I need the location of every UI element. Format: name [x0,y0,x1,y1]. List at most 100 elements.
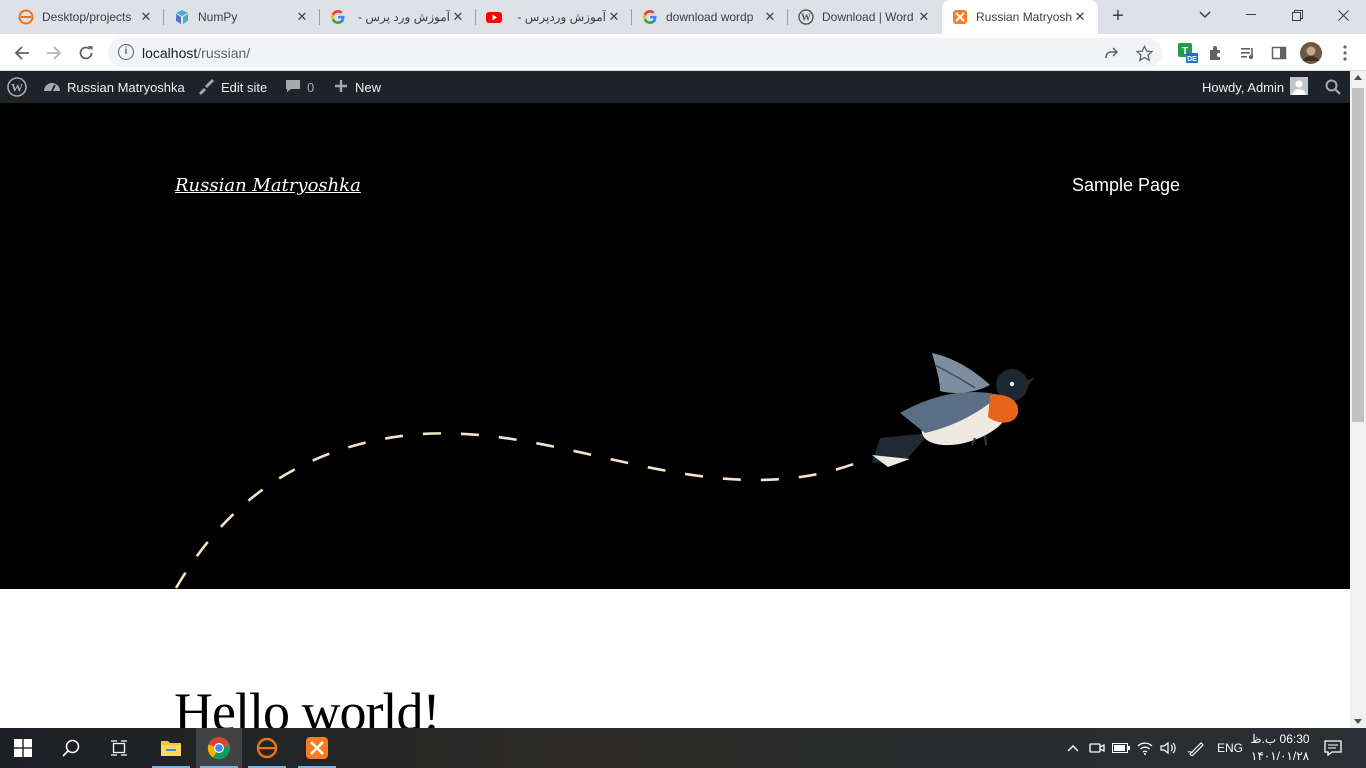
tab-title: Desktop/projects [42,10,132,24]
scrollbar-thumb[interactable] [1352,88,1364,422]
eclipse-taskbar-button[interactable] [244,728,290,768]
browser-tab[interactable]: W Download | Word ✕ [788,0,942,34]
close-icon[interactable]: ✕ [294,9,310,25]
wp-admin-bar: W Russian Matryoshka Edit site 0 New How… [0,71,1350,103]
numpy-icon [174,9,190,25]
site-title-link[interactable]: Russian Matryoshka [175,175,361,196]
volume-icon[interactable] [1158,728,1180,768]
close-window-button[interactable] [1320,0,1366,30]
youtube-icon [486,9,502,25]
google-icon [642,9,658,25]
clock-date: ۱۴۰۱/۰۱/۲۸ [1250,749,1310,763]
media-queue-icon[interactable] [1236,41,1260,65]
tab-title: Download | Word [822,10,914,24]
close-icon[interactable]: ✕ [1072,9,1088,25]
edit-site-label: Edit site [221,79,268,95]
show-hidden-icons-chevron-icon[interactable] [1062,728,1084,768]
task-view-button[interactable] [96,728,142,768]
wordpress-icon: W [798,9,814,25]
scroll-down-arrow-icon[interactable] [1354,719,1362,724]
xampp-icon [952,9,968,25]
tab-title: آموزش وردپرس - [517,10,606,24]
browser-tab[interactable]: Desktop/projects ✕ [8,0,164,34]
tab-title: download wordp [666,10,754,24]
pen-workspace-icon[interactable] [1184,728,1208,768]
back-button[interactable] [8,39,36,67]
battery-icon[interactable] [1110,728,1132,768]
google-icon [330,9,346,25]
eclipse-icon [256,737,278,759]
svg-text:W: W [11,80,23,94]
restore-button[interactable] [1274,0,1320,30]
side-panel-icon[interactable] [1267,41,1291,65]
brush-icon [197,77,215,98]
admin-site-name-label: Russian Matryoshka [67,79,185,95]
browser-tab[interactable]: آموزش وردپرس - ✕ [476,0,632,34]
user-avatar [1290,76,1309,98]
chrome-taskbar-button[interactable] [196,728,242,768]
nav-sample-page-link[interactable]: Sample Page [1072,175,1180,196]
start-button[interactable] [0,728,46,768]
input-language-indicator[interactable]: ENG [1212,728,1248,768]
admin-search-icon[interactable] [1325,71,1341,103]
reload-button[interactable] [72,39,100,67]
wordpress-logo-icon[interactable]: W [7,71,27,103]
system-clock[interactable]: 06:30 ب.ظ ۱۴۰۱/۰۱/۲۸ [1246,731,1314,765]
browser-tab-active[interactable]: Russian Matryosh ✕ [942,0,1098,34]
translate-extension-icon[interactable]: T DE [1176,41,1200,65]
edit-site-link[interactable]: Edit site [197,71,267,103]
new-content-link[interactable]: New [333,71,381,103]
meet-now-icon[interactable] [1086,728,1108,768]
browser-tab[interactable]: download wordp ✕ [632,0,788,34]
wifi-icon[interactable] [1134,728,1156,768]
tab-search-button[interactable] [1182,0,1228,30]
close-icon[interactable]: ✕ [606,9,622,25]
xampp-icon [306,737,328,759]
eclipse-icon [18,9,34,25]
site-header-hero: Russian Matryoshka Sample Page [0,103,1350,589]
forward-button[interactable] [40,39,68,67]
address-bar[interactable]: i localhost/russian/ [108,38,1162,67]
howdy-label: Howdy, Admin [1202,79,1285,95]
browser-menu-icon[interactable] [1333,41,1357,65]
close-icon[interactable]: ✕ [138,9,154,25]
comments-link[interactable]: 0 [285,71,314,103]
site-info-icon[interactable]: i [118,44,134,60]
browser-tab[interactable]: NumPy ✕ [164,0,320,34]
post-content-area: Hello world! [0,589,1350,742]
browser-tab[interactable]: آموزش ورد پرس - ✕ [320,0,476,34]
minimize-button[interactable] [1228,0,1274,30]
new-label: New [355,79,382,95]
tab-title: NumPy [198,10,238,24]
chrome-icon [207,737,231,760]
tab-title: Russian Matryosh [976,10,1072,24]
scroll-up-arrow-icon[interactable] [1354,75,1362,80]
close-icon[interactable]: ✕ [762,9,778,25]
share-icon[interactable] [1102,43,1122,63]
extensions-puzzle-icon[interactable] [1204,41,1228,65]
file-explorer-button[interactable] [148,728,194,768]
close-icon[interactable]: ✕ [450,9,466,25]
windows-taskbar: ENG 06:30 ب.ظ ۱۴۰۱/۰۱/۲۸ [0,728,1366,768]
new-tab-button[interactable]: + [1106,5,1130,29]
page-scrollbar[interactable] [1350,71,1366,728]
folder-icon [161,741,181,756]
search-button[interactable] [48,728,94,768]
bird-illustration [872,353,1035,467]
task-view-icon [111,740,127,756]
action-center-icon[interactable] [1320,728,1346,768]
browser-toolbar: i localhost/russian/ T DE [0,34,1366,71]
plus-icon [333,78,349,97]
close-icon[interactable]: ✕ [916,9,932,25]
comment-bubble-icon [285,78,301,97]
bookmark-star-icon[interactable] [1134,43,1154,63]
admin-site-name[interactable]: Russian Matryoshka [43,71,185,103]
my-account-menu[interactable]: Howdy, Admin [1202,71,1309,103]
clock-time: 06:30 ب.ظ [1250,732,1310,746]
browser-tab-strip: Desktop/projects ✕ NumPy ✕ آموزش ورد پرس… [0,0,1366,34]
xampp-taskbar-button[interactable] [294,728,340,768]
search-icon [62,739,80,757]
windows-logo-icon [14,739,32,757]
profile-avatar[interactable] [1299,41,1323,65]
comments-count: 0 [307,79,315,95]
